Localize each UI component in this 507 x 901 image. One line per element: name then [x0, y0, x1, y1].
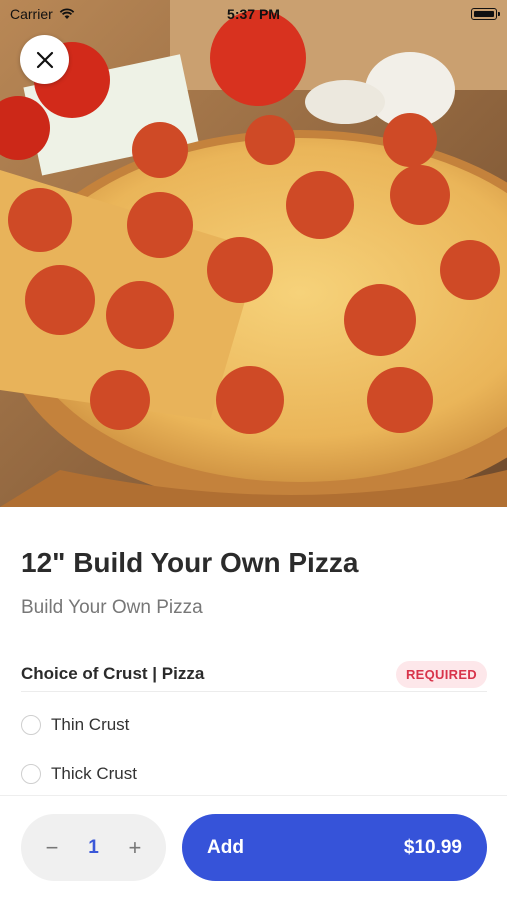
pizza-photo — [0, 0, 507, 507]
quantity-value: 1 — [88, 836, 99, 858]
radio-button[interactable] — [21, 715, 41, 735]
radio-button[interactable] — [21, 764, 41, 784]
hero-image — [0, 0, 507, 507]
add-label: Add — [207, 836, 244, 858]
option-label: Thin Crust — [51, 715, 130, 734]
option-thin-crust[interactable]: Thin Crust — [21, 715, 129, 735]
bottom-action-bar: − 1 + Add $10.99 — [0, 795, 507, 901]
status-bar: Carrier 5:37 PM — [0, 0, 507, 28]
increment-button[interactable]: + — [124, 835, 146, 860]
option-thick-crust[interactable]: Thick Crust — [21, 764, 137, 784]
wifi-icon — [59, 8, 75, 19]
carrier-group: Carrier — [10, 6, 75, 22]
item-subtitle: Build Your Own Pizza — [21, 597, 203, 618]
price-label: $10.99 — [403, 836, 462, 858]
battery-icon — [471, 8, 500, 20]
close-icon — [36, 51, 53, 68]
required-badge: REQUIRED — [395, 660, 487, 688]
item-title: 12" Build Your Own Pizza — [21, 547, 359, 578]
crust-section-header: Choice of Crust | Pizza REQUIRED — [21, 657, 487, 691]
quantity-stepper: − 1 + — [21, 814, 166, 881]
decrement-button[interactable]: − — [41, 835, 63, 860]
close-button[interactable] — [20, 35, 69, 84]
section-title: Choice of Crust | Pizza — [21, 664, 205, 683]
carrier-label: Carrier — [10, 6, 53, 22]
status-time: 5:37 PM — [227, 6, 280, 22]
option-label: Thick Crust — [51, 764, 137, 783]
section-divider — [21, 691, 487, 692]
add-to-cart-button[interactable]: Add $10.99 — [182, 814, 487, 881]
